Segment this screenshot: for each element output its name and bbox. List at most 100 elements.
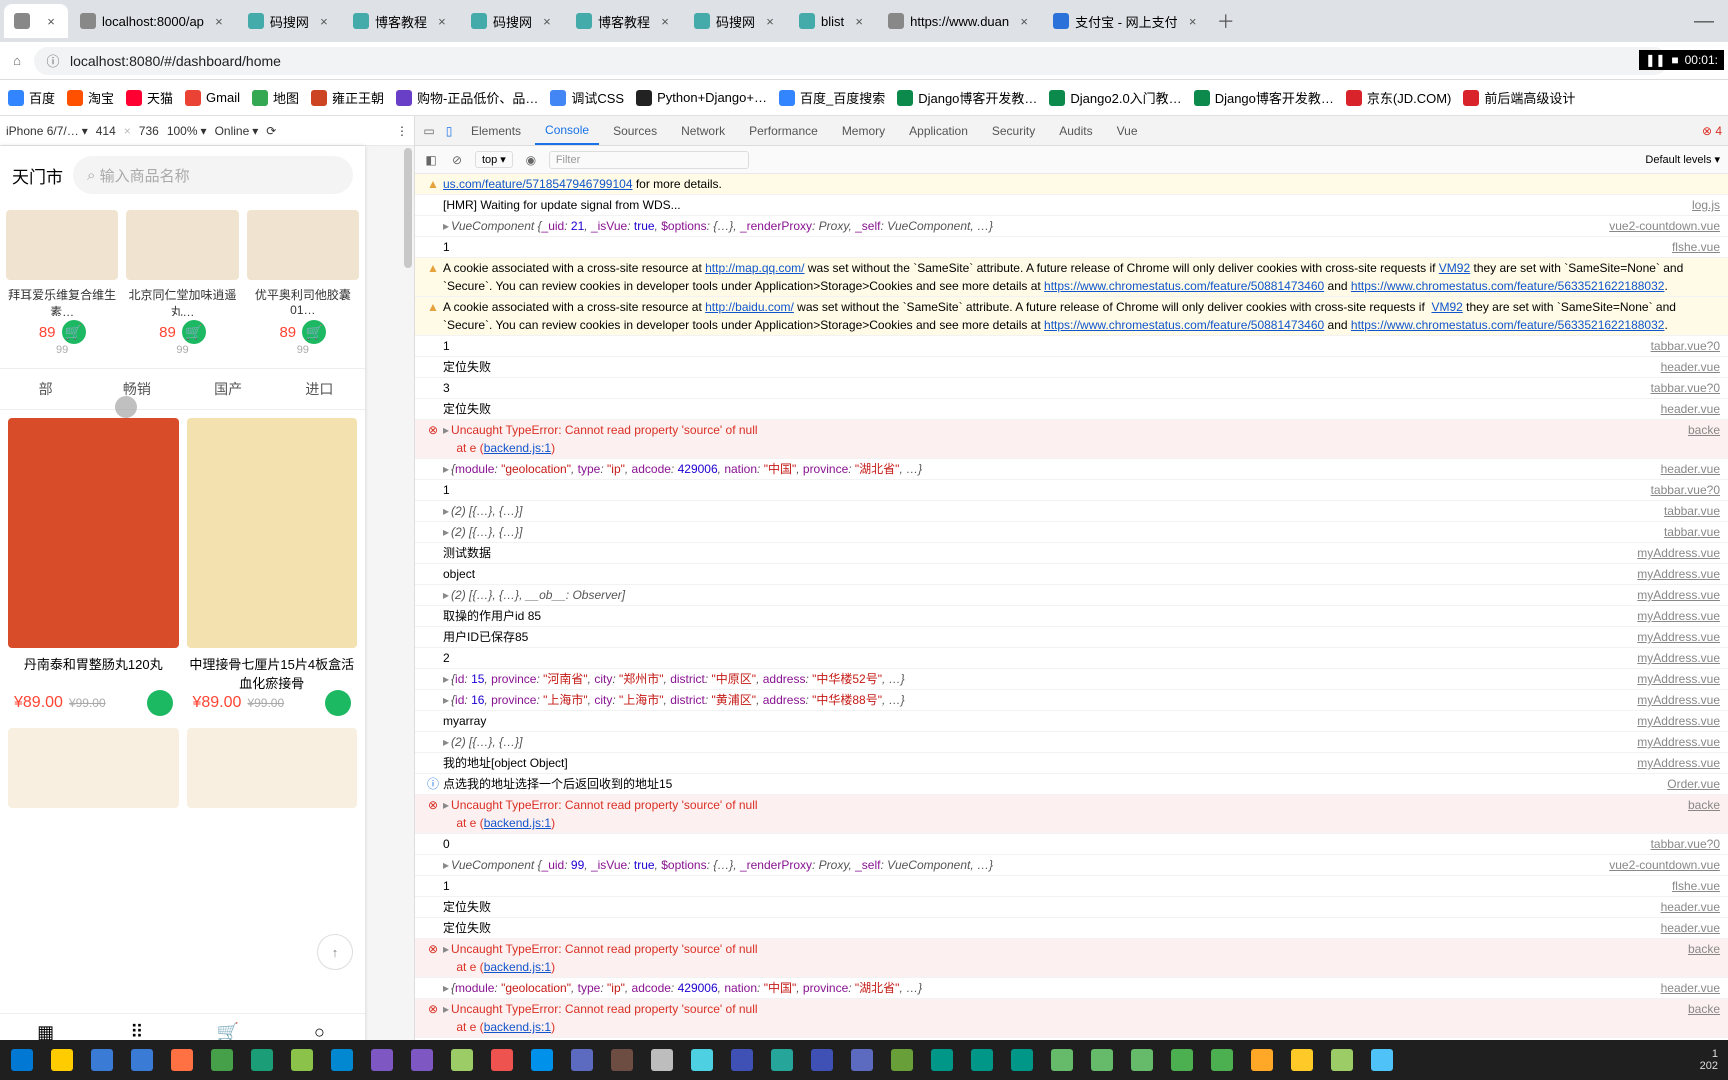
location-label[interactable]: 天门市 xyxy=(12,163,63,188)
browser-tab[interactable]: 博客教程× xyxy=(343,4,459,38)
taskbar-item[interactable] xyxy=(564,1044,600,1076)
device-select[interactable]: iPhone 6/7/… ▾ xyxy=(6,124,88,138)
row-source[interactable]: myAddress.vue xyxy=(1629,670,1720,688)
devtools-tab-performance[interactable]: Performance xyxy=(739,118,828,144)
taskbar-item[interactable] xyxy=(84,1044,120,1076)
devtools-tab-memory[interactable]: Memory xyxy=(832,118,895,144)
console-row[interactable]: [HMR] Waiting for update signal from WDS… xyxy=(415,195,1728,216)
devtools-tab-sources[interactable]: Sources xyxy=(603,118,667,144)
bookmark-item[interactable]: 京东(JD.COM) xyxy=(1346,88,1452,107)
row-source[interactable]: myAddress.vue xyxy=(1629,754,1720,772)
bookmark-item[interactable]: 调试CSS xyxy=(550,88,624,107)
console-row[interactable]: 我的地址[object Object]myAddress.vue xyxy=(415,753,1728,774)
console-row[interactable]: 1flshe.vue xyxy=(415,876,1728,897)
console-row[interactable]: ▸{module: "geolocation", type: "ip", adc… xyxy=(415,459,1728,480)
row-source[interactable]: backe xyxy=(1680,796,1720,832)
console-row[interactable]: ⊗▸Uncaught TypeError: Cannot read proper… xyxy=(415,795,1728,834)
row-source[interactable]: myAddress.vue xyxy=(1629,565,1720,583)
taskbar-item[interactable] xyxy=(1124,1044,1160,1076)
browser-tab[interactable]: blist× xyxy=(789,4,876,38)
row-source[interactable]: myAddress.vue xyxy=(1629,544,1720,562)
console-row[interactable]: 定位失败header.vue xyxy=(415,897,1728,918)
category-tab[interactable]: 进口 xyxy=(274,369,365,409)
device-toggle-icon[interactable]: ▯ xyxy=(441,123,457,139)
console-row[interactable]: ▸{module: "geolocation", type: "ip", adc… xyxy=(415,978,1728,999)
console-row[interactable]: objectmyAddress.vue xyxy=(415,564,1728,585)
console-sidebar-icon[interactable]: ◧ xyxy=(423,152,439,168)
row-source[interactable]: header.vue xyxy=(1653,919,1720,937)
taskbar-item[interactable] xyxy=(884,1044,920,1076)
taskbar-item[interactable] xyxy=(444,1044,480,1076)
row-source[interactable]: flshe.vue xyxy=(1664,238,1720,256)
row-source[interactable]: header.vue xyxy=(1653,898,1720,916)
devtools-tab-application[interactable]: Application xyxy=(899,118,978,144)
taskbar-item[interactable] xyxy=(1084,1044,1120,1076)
taskbar-item[interactable] xyxy=(1364,1044,1400,1076)
taskbar-item[interactable] xyxy=(1324,1044,1360,1076)
close-icon[interactable]: × xyxy=(540,14,554,28)
add-cart-button[interactable]: 🛒 xyxy=(62,320,86,344)
console-row[interactable]: ▸VueComponent {_uid: 21, _isVue: true, $… xyxy=(415,216,1728,237)
throttle-select[interactable]: Online ▾ xyxy=(215,124,259,138)
row-source[interactable]: log.js xyxy=(1684,196,1720,214)
browser-tab[interactable]: × xyxy=(4,4,68,38)
close-icon[interactable]: × xyxy=(1186,14,1200,28)
row-source[interactable]: vue2-countdown.vue xyxy=(1601,856,1720,874)
kebab-icon[interactable]: ⋮ xyxy=(396,124,408,138)
close-icon[interactable]: × xyxy=(763,14,777,28)
row-source[interactable] xyxy=(1712,175,1720,193)
taskbar-item[interactable] xyxy=(164,1044,200,1076)
rotate-icon[interactable]: ⟳ xyxy=(266,124,276,138)
console-row[interactable]: 1flshe.vue xyxy=(415,237,1728,258)
bookmark-item[interactable]: 地图 xyxy=(252,88,299,107)
category-tab[interactable]: 部 xyxy=(0,369,91,409)
console-row[interactable]: ▸{id: 16, province: "上海市", city: "上海市", … xyxy=(415,690,1728,711)
bookmark-item[interactable]: 淘宝 xyxy=(67,88,114,107)
taskbar-item[interactable] xyxy=(924,1044,960,1076)
browser-tab[interactable]: localhost:8000/ap× xyxy=(70,4,236,38)
close-icon[interactable]: × xyxy=(435,14,449,28)
console-row[interactable]: 定位失败header.vue xyxy=(415,399,1728,420)
row-source[interactable]: tabbar.vue?0 xyxy=(1643,835,1720,853)
console-row[interactable]: ▸VueComponent {_uid: 99, _isVue: true, $… xyxy=(415,855,1728,876)
taskbar-clock[interactable]: 1202 xyxy=(1694,1048,1724,1072)
console-row[interactable]: ⓘ点选我的地址选择一个后返回收到的地址15Order.vue xyxy=(415,774,1728,795)
row-source[interactable]: myAddress.vue xyxy=(1629,607,1720,625)
filter-input[interactable]: Filter xyxy=(549,151,749,169)
taskbar-item[interactable] xyxy=(124,1044,160,1076)
add-cart-button[interactable]: 🛒 xyxy=(302,320,326,344)
levels-select[interactable]: Default levels ▾ xyxy=(1645,153,1720,166)
browser-tab[interactable]: https://www.duan× xyxy=(878,4,1041,38)
taskbar-item[interactable] xyxy=(644,1044,680,1076)
row-source[interactable]: myAddress.vue xyxy=(1629,691,1720,709)
row-source[interactable] xyxy=(1712,259,1720,295)
row-source[interactable]: myAddress.vue xyxy=(1629,586,1720,604)
row-source[interactable]: header.vue xyxy=(1653,979,1720,997)
bookmark-item[interactable]: Python+Django+… xyxy=(636,90,767,106)
console-row[interactable]: ▸(2) [{…}, {…}]tabbar.vue xyxy=(415,522,1728,543)
console-row[interactable]: ▲us.com/feature/5718547946799104 for mor… xyxy=(415,174,1728,195)
console-row[interactable]: myarraymyAddress.vue xyxy=(415,711,1728,732)
row-source[interactable]: tabbar.vue xyxy=(1656,523,1720,541)
taskbar-item[interactable] xyxy=(1244,1044,1280,1076)
bookmark-item[interactable]: 雍正王朝 xyxy=(311,88,384,107)
row-source[interactable]: myAddress.vue xyxy=(1629,712,1720,730)
taskbar-item[interactable] xyxy=(484,1044,520,1076)
product-card[interactable]: 中理接骨七厘片15片4板盒活血化瘀接骨¥89.00¥99.00 xyxy=(187,418,358,720)
recorder-overlay[interactable]: ❚❚ ■ 00:01: xyxy=(1639,50,1724,70)
devtools-tab-security[interactable]: Security xyxy=(982,118,1045,144)
devtools-tab-network[interactable]: Network xyxy=(671,118,735,144)
product-card[interactable]: 优平奥利司他胶囊01…89🛒99 xyxy=(247,210,359,356)
browser-tab[interactable]: 博客教程× xyxy=(566,4,682,38)
row-source[interactable]: tabbar.vue?0 xyxy=(1643,337,1720,355)
taskbar-item[interactable] xyxy=(324,1044,360,1076)
scrollbar[interactable] xyxy=(402,146,414,1070)
bookmark-item[interactable]: 百度_百度搜索 xyxy=(779,88,885,107)
console-row[interactable]: 2myAddress.vue xyxy=(415,648,1728,669)
console-row[interactable]: 用户ID已保存85myAddress.vue xyxy=(415,627,1728,648)
bookmark-item[interactable]: Django博客开发教… xyxy=(1194,88,1334,107)
taskbar-item[interactable] xyxy=(764,1044,800,1076)
go-top-button[interactable]: ↑ xyxy=(317,934,353,970)
taskbar-item[interactable] xyxy=(964,1044,1000,1076)
product-card[interactable]: 丹南泰和胃整肠丸120丸¥89.00¥99.00 xyxy=(8,418,179,720)
